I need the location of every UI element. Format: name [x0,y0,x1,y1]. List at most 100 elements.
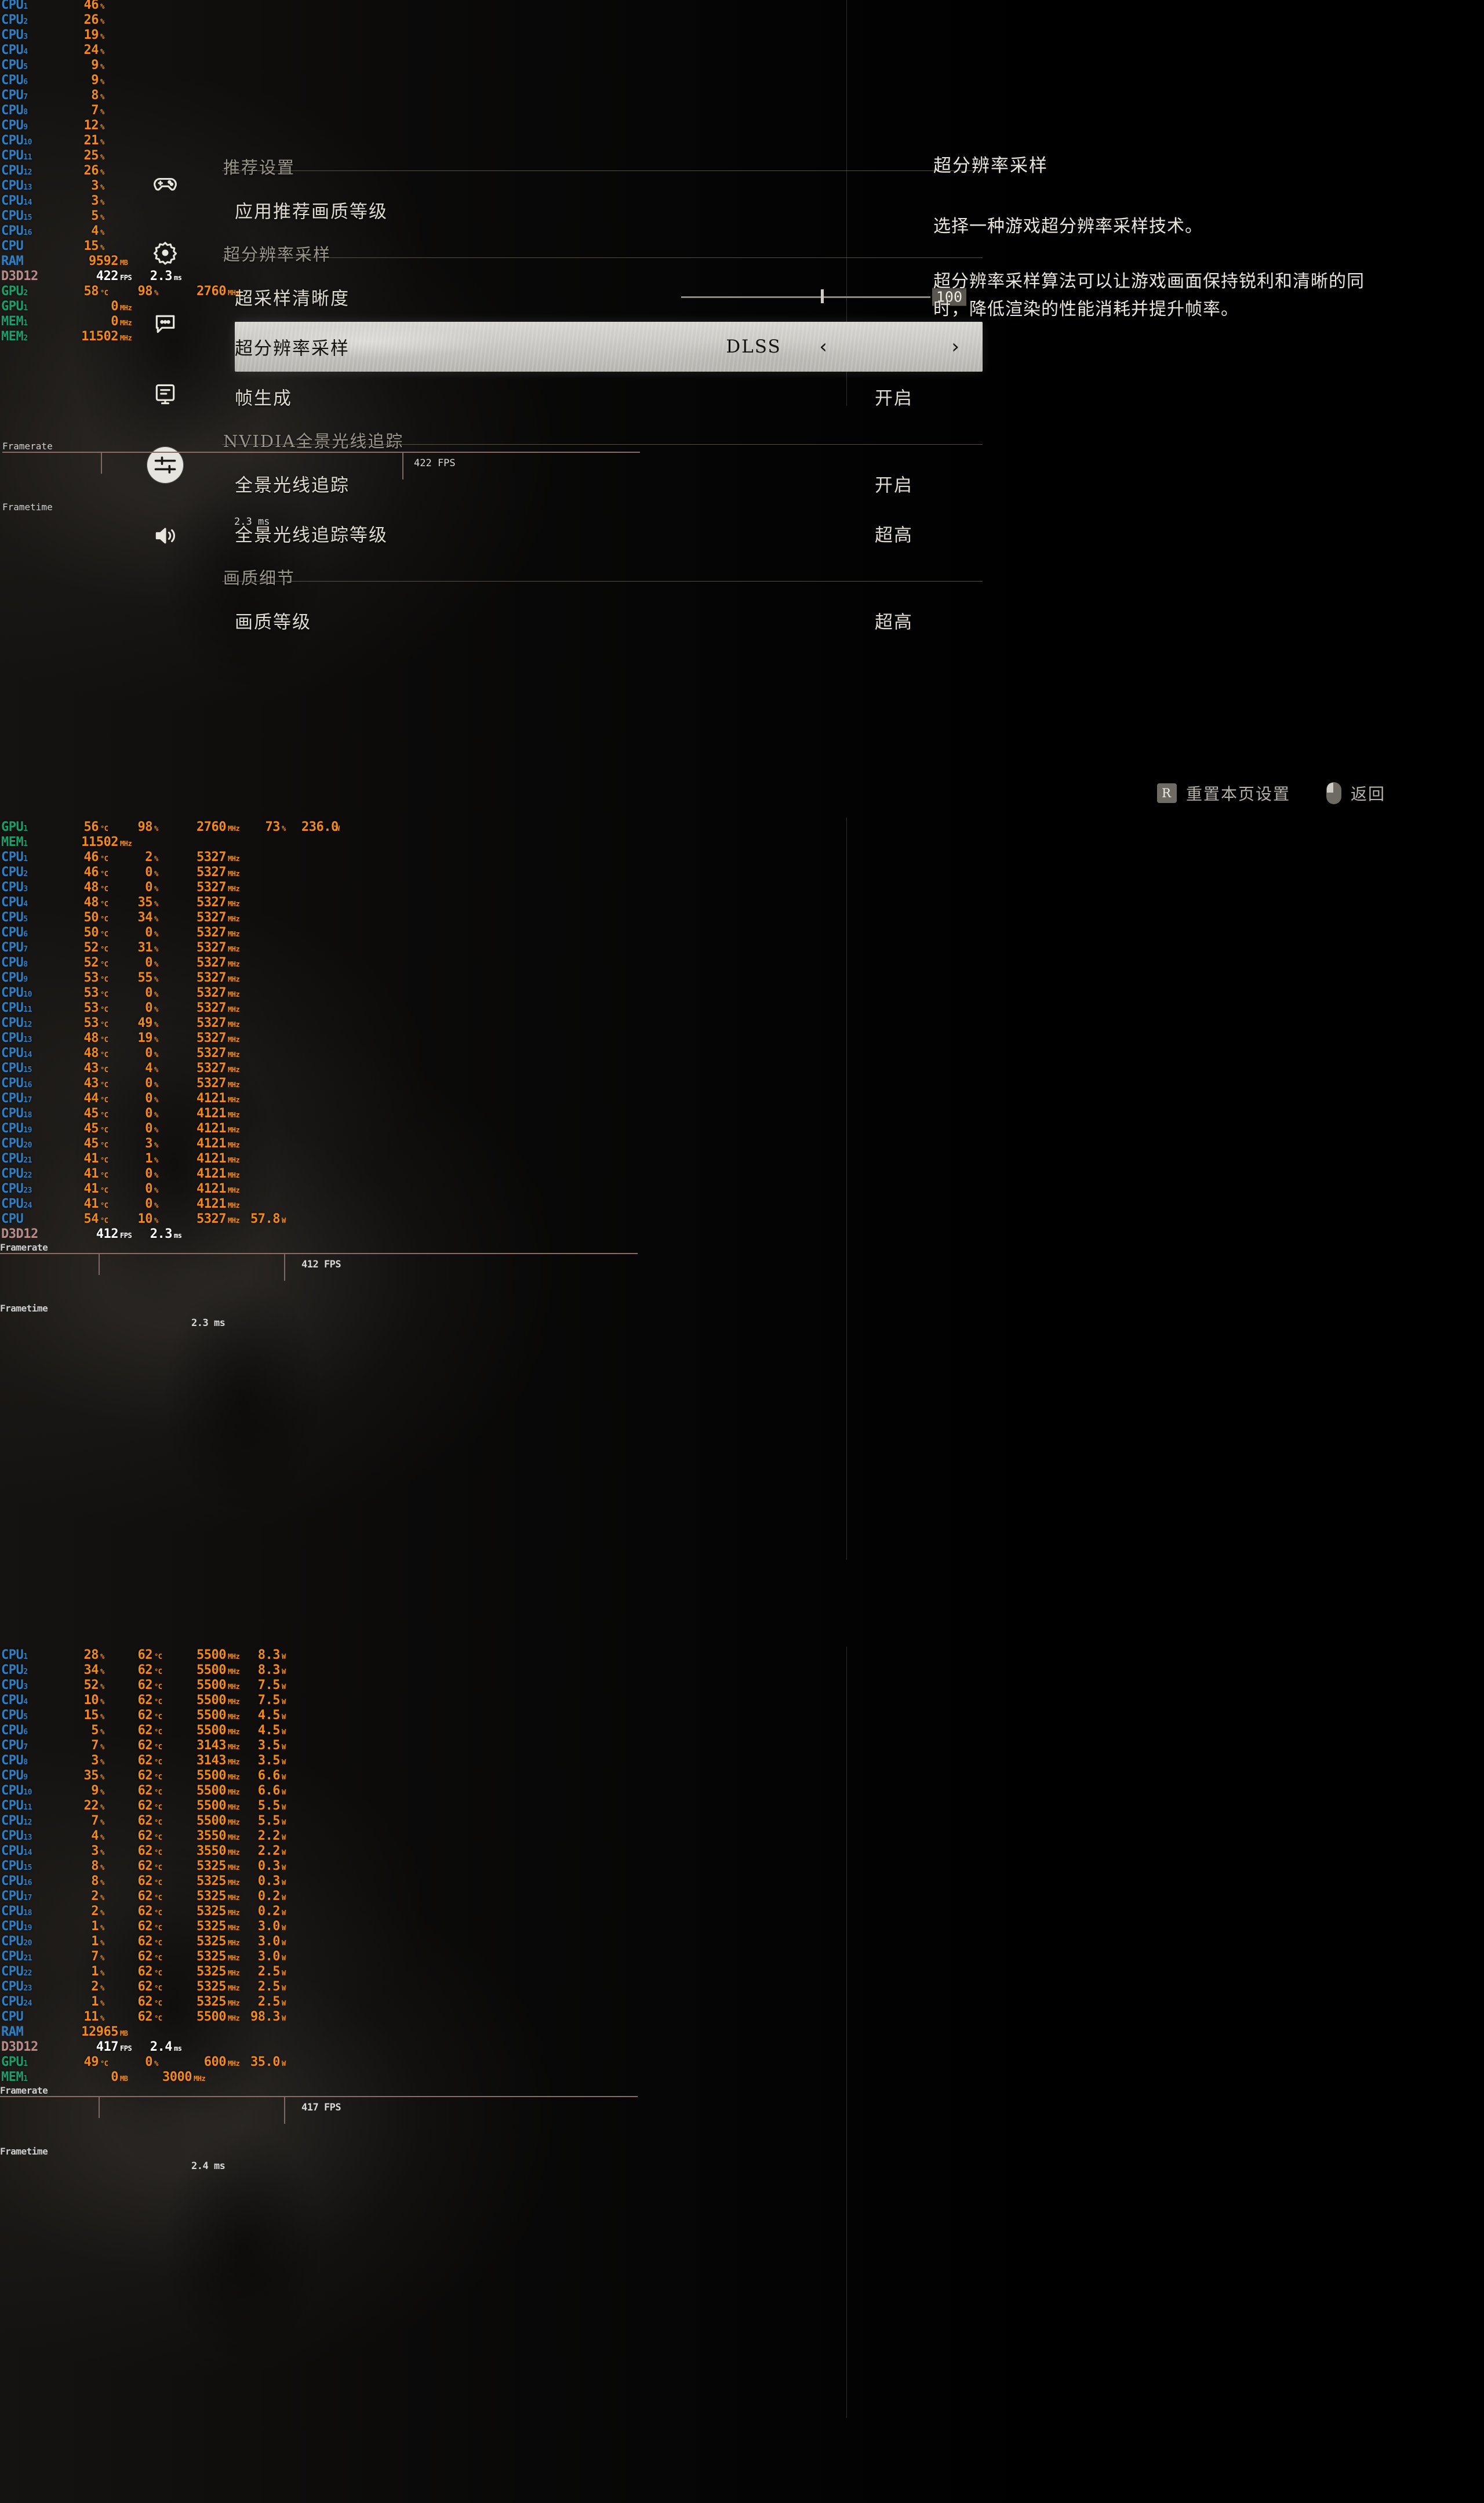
osd-unit: % [100,198,104,206]
osd-row-label: CPU22 [1,1167,32,1181]
osd-row: CPU3 48 °C 0% 5327 MHz [0,880,638,895]
osd-unit: % [154,1186,158,1194]
osd-value: 57.8 [250,1212,280,1226]
osd-row-label: CPU [1,2010,24,2024]
osd-unit: °C [154,1939,162,1947]
osd-value: 3.0 [257,1934,281,1949]
osd-value: 12 [83,118,99,133]
osd-value: 48 [83,895,99,910]
osd-unit: W [282,1728,286,1736]
osd-value: 5327 [197,971,226,985]
reset-page-button[interactable]: R 重置本页设置 [1156,782,1290,805]
osd-value: 62 [137,1859,153,1873]
osd-value: 417 [96,2040,119,2054]
osd-row-label: CPU16 [1,224,32,238]
osd-value: 3550 [197,1844,226,1858]
osd-row: D3D12 417 FPS 2.4 ms [0,2040,638,2055]
osd-row-label: CPU13 [1,1031,32,1045]
monitor-icon[interactable] [145,374,186,415]
framerate-graph-2: 412 FPS [0,1253,638,1299]
osd-unit: °C [100,1020,108,1029]
osd-row-label: CPU10 [1,1783,32,1798]
osd-value: 62 [137,1783,153,1798]
osd-unit: MHz [120,840,132,848]
osd-row-label: CPU9 [1,971,28,985]
osd-value: 5327 [197,1061,226,1076]
settings-row-label: 超分辨率采样 [235,338,350,359]
osd-value: 49 [137,1016,153,1030]
osd-unit: W [336,824,340,833]
osd-value: 98 [137,820,153,834]
settings-row[interactable]: 应用推荐画质等级 [235,185,983,235]
osd-value: 2.3 [150,269,173,284]
osd-row: CPU19 1% 62 °C 5325 MHz 3.0 W [0,1919,638,1934]
osd-value: 2 [91,1904,99,1919]
osd-row-label: CPU19 [1,1919,32,1934]
osd-row: CPU6 50 °C 0% 5327 MHz [0,925,638,940]
osd-value: 53 [83,1001,99,1015]
osd-unit: % [100,183,104,191]
osd-row: CPU1 28% 62 °C 5500 MHz 8.3 W [0,1648,638,1663]
osd-value: 56 [83,820,99,834]
osd-row-label: CPU16 [1,1076,32,1091]
osd-value: 44 [83,1091,99,1106]
osd-row-label: CPU8 [1,1753,28,1768]
chevron-left-icon[interactable]: ‹ [819,335,827,358]
osd-unit: °C [100,1216,108,1225]
osd-graphs-3: Framerate 417 FPS Frametime 2.4 ms [0,2085,638,2202]
osd-value: 98 [137,284,153,299]
framerate-graph-3: 417 FPS [0,2096,638,2142]
settings-row-selected[interactable]: 超分辨率采样 ‹ DLSS › [235,322,983,372]
osd-unit: MHz [228,1141,240,1149]
osd-value: 43 [83,1061,99,1076]
osd-unit: W [282,1803,286,1811]
osd-row-label: CPU2 [1,865,28,880]
osd-unit: % [100,228,104,237]
mouse-right-click-icon [1326,782,1341,804]
osd-unit: °C [154,1954,162,1962]
key-r-icon: R [1156,783,1177,803]
slider-knob[interactable] [820,289,824,303]
settings-row[interactable]: 帧生成 开启 [235,372,983,422]
osd-value: 2 [145,850,152,864]
osd-value: 5327 [197,910,226,925]
osd-row-label: GPU1 [1,2055,28,2069]
back-button[interactable]: 返回 [1326,782,1385,805]
osd-value: 62 [137,1708,153,1723]
osd-row-label: CPU12 [1,1016,32,1030]
osd-unit: W [282,1894,286,1902]
osd-value: 5500 [197,1799,226,1813]
osd-value: 62 [137,1904,153,1919]
osd-unit: °C [154,1698,162,1706]
osd-value: 5500 [197,1814,226,1828]
osd-unit: MHz [228,1186,240,1194]
osd-value: 3550 [197,1829,226,1843]
osd-value: 62 [137,1995,153,2009]
sharpness-slider[interactable] [681,289,930,303]
osd-row: CPU14 3% 62 °C 3550 MHz 2.2 W [0,1844,638,1859]
osd-row-label: CPU12 [1,1814,32,1828]
osd-unit: MHz [228,1683,240,1691]
osd-value: 3.0 [257,1949,281,1964]
settings-row[interactable]: 画质等级 超高 [235,595,983,645]
osd-unit: % [100,1652,104,1661]
osd-unit: W [282,1698,286,1706]
osd-value: 0 [145,1197,152,1211]
settings-row-label: 画质等级 [235,612,311,633]
osd-unit: % [100,2,104,10]
osd-value: 2.2 [257,1829,281,1843]
osd-value: 4121 [197,1151,226,1166]
osd-unit: % [100,1999,104,2007]
osd-row: CPU14 48 °C 0% 5327 MHz [0,1046,638,1061]
osd-row: CPU15 43 °C 4% 5327 MHz [0,1061,638,1076]
settings-row-slider[interactable]: 超采样清晰度 100 [235,272,983,322]
osd-value: 53 [83,986,99,1000]
osd-value: 62 [137,1829,153,1843]
osd-unit: °C [154,2014,162,2022]
osd-value: 8 [91,1874,99,1888]
osd-row: CPU21 7% 62 °C 5325 MHz 3.0 W [0,1949,638,1964]
osd-unit: % [154,885,158,893]
osd-value: 5500 [197,2010,226,2024]
osd-row: CPU8 52 °C 0% 5327 MHz [0,956,638,971]
osd-unit: MHz [228,960,240,968]
